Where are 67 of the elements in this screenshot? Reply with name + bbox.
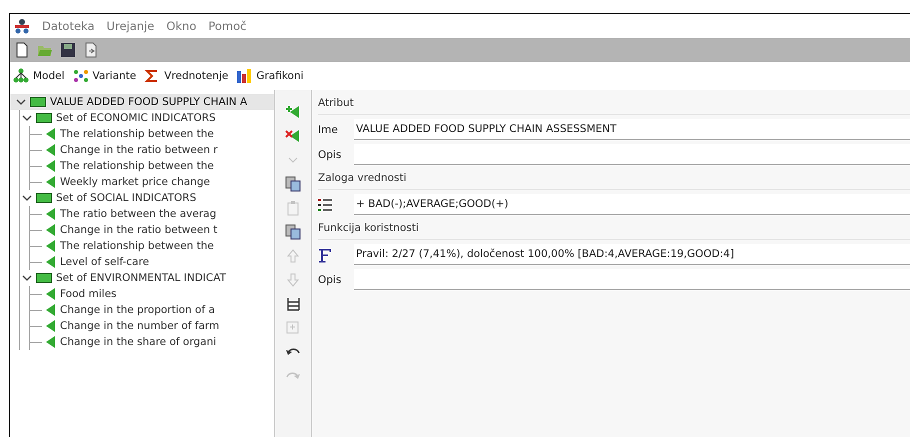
tab[interactable]: Grafikoni [236,68,304,84]
function-icon [318,246,332,262]
section-title: Atribut [318,94,910,115]
menu-item[interactable]: Urejanje [106,19,154,33]
text-field[interactable]: Pravil: 2/27 (7,41%), določenost 100,00% [BAD:4,AVERAGE:19,GOOD:4] [354,244,910,265]
expand-chevron-icon[interactable] [22,273,32,283]
tree-item[interactable]: Set of ECONOMIC INDICATORS [20,110,274,126]
leaf-attribute-icon [46,336,56,348]
tree-item[interactable]: Change in the share of organi [30,334,274,350]
tree-item[interactable]: The relationship between the [30,238,274,254]
leaf-attribute-icon [46,160,56,172]
menu-item[interactable]: Pomoč [208,19,246,33]
leaf-attribute-icon [46,144,56,156]
leaf-attribute-icon [46,208,56,220]
tree-item[interactable]: The ratio between the averag [30,206,274,222]
section-title: Zaloga vrednosti [318,169,910,190]
text-field[interactable] [354,269,910,290]
leaf-attribute-icon [46,288,56,300]
arrow-delete-icon[interactable] [285,128,301,144]
arrow-add-icon[interactable] [285,104,301,120]
aggregate-attribute-icon [36,193,52,203]
value-list-icon [318,198,332,212]
section-title: Funkcija koristnosti [318,219,910,240]
tree-item[interactable]: Food miles [30,286,274,302]
tree-item[interactable]: The relationship between the [30,158,274,174]
bar-chart-icon [236,68,252,84]
leaf-attribute-icon [46,256,56,268]
document-icon[interactable] [83,42,99,58]
copy-icon[interactable] [285,224,301,240]
structure-icon[interactable] [285,296,301,312]
field-label: Ime [318,124,339,136]
tree-item[interactable]: Level of self-care [30,254,274,270]
field-label: Opis [318,274,342,286]
tree-item[interactable]: Change in the ratio between t [30,222,274,238]
app-logo-icon [14,18,30,34]
expand-chevron-icon[interactable] [22,193,32,203]
tab[interactable]: Variante [72,68,136,84]
aggregate-attribute-icon [36,273,52,283]
tab[interactable]: Model [13,68,65,84]
save-icon[interactable] [60,42,76,58]
aggregate-attribute-icon [36,113,52,123]
menu-item[interactable]: Datoteka [42,19,95,33]
new-file-icon[interactable] [14,42,30,58]
tree-item[interactable]: The relationship between the [30,126,274,142]
tab[interactable]: Vrednotenje [144,68,228,84]
text-field[interactable]: VALUE ADDED FOOD SUPPLY CHAIN ASSESSMENT [354,119,910,140]
dots-icon [72,68,89,84]
tree-item[interactable]: Set of ENVIRONMENTAL INDICAT [20,270,274,286]
tree-item[interactable]: Set of SOCIAL INDICATORS [20,190,274,206]
tree-item[interactable]: Change in the number of farm [30,318,274,334]
tree-item[interactable]: Change in the ratio between r [30,142,274,158]
text-field[interactable]: + BAD(-);AVERAGE;GOOD(+) [354,194,910,215]
menu-item[interactable]: Okno [166,19,196,33]
aggregate-attribute-icon [30,97,46,107]
leaf-attribute-icon [46,240,56,252]
hierarchy-icon [13,68,29,84]
tree-item[interactable]: Weekly market price change [30,174,274,190]
copy-icon[interactable] [285,176,301,192]
text-field[interactable] [354,144,910,165]
tree-item[interactable]: VALUE ADDED FOOD SUPPLY CHAIN A [10,94,274,110]
leaf-attribute-icon [46,128,56,140]
leaf-attribute-icon [46,304,56,316]
tree-item[interactable]: Change in the proportion of a [30,302,274,318]
field-label: Opis [318,148,342,160]
leaf-attribute-icon [46,224,56,236]
leaf-attribute-icon [46,320,56,332]
leaf-attribute-icon [46,176,56,188]
